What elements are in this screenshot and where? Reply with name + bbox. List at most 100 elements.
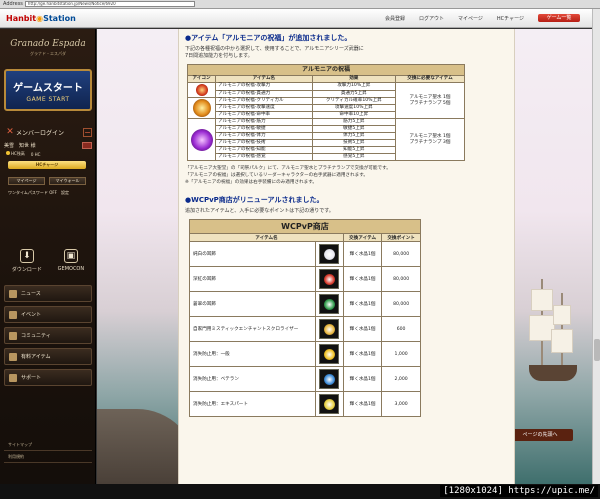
column-header: アイテム名 [215, 75, 313, 83]
item-gem-icon [323, 298, 335, 310]
item-effect: 貫通力5上昇 [311, 89, 396, 98]
nav-mypage[interactable]: マイページ [458, 15, 483, 22]
exchange-item: 輝く水晶1個 [342, 391, 383, 417]
sidebar-item-label: 有料アイテム [21, 354, 51, 360]
section1-note-1: 「アルモニア大聖堂」の「司祭パルク」にて、アルモニア聖水とプラチナランプで交換が… [185, 166, 391, 171]
page-scrollbar[interactable] [592, 9, 600, 484]
item-effect: 筋力5上昇 [311, 118, 396, 126]
game-list-button[interactable]: ゲーム一覧 [538, 14, 580, 22]
item-effect: 知能5上昇 [311, 146, 396, 154]
sidebar-item-paid-items[interactable]: 有料アイテム [4, 348, 92, 365]
item-icon [319, 269, 340, 289]
hc-charge-button[interactable]: HCチャージ [8, 161, 86, 169]
sidebar-item-events[interactable]: イベント [4, 306, 92, 323]
item-gem-icon [323, 348, 335, 360]
download-row: ⬇ ダウンロード ▣ GEMOCON [4, 245, 92, 283]
sidebar-item-community[interactable]: コミュニティ [4, 327, 92, 344]
item-image-cell [314, 391, 344, 417]
column-header: 交換ポイント [381, 233, 421, 242]
exchange-item: 輝く水晶1個 [342, 266, 383, 292]
table-row: 蒼翠の耳飾 輝く水晶1個 80,000 [189, 291, 421, 317]
nav-logout[interactable]: ログアウト [419, 15, 444, 22]
site-header: Hanbit ◉ Station 会員登録 ログアウト マイページ HCチャージ… [0, 9, 592, 28]
nav-hc-charge[interactable]: HCチャージ [497, 15, 524, 22]
item-name: アルモニアの祝福-体力 [215, 132, 313, 140]
section1-note-2: 「アルモニアの祝福」は選択しているリーダーキャラクターの右手武器に適用されます。 [185, 173, 368, 178]
game-start-sublabel: GAME START [26, 96, 70, 103]
back-to-top-button[interactable]: ページの先頭へ [507, 429, 573, 441]
scroll-thumb[interactable] [594, 339, 600, 361]
sitemap-link[interactable]: サイトマップ [4, 439, 92, 451]
shop-icon [9, 352, 17, 361]
nav-register[interactable]: 会員登録 [385, 15, 405, 22]
section1-text-1: 下記の各種祝福の中から選択して、使用することで、アルモニアシリーズ武器に [185, 46, 364, 52]
gemocon-button[interactable]: ▣ GEMOCON [58, 245, 84, 283]
collapse-icon[interactable]: − [83, 127, 92, 137]
item-name: 深紅の耳飾 [189, 266, 316, 292]
support-icon [9, 373, 17, 382]
exchange-points: 3,000 [381, 391, 421, 417]
sidebar-menu: ニュース イベント コミュニティ 有料アイテム サポート [4, 285, 92, 390]
column-header: 交換に必要なアイテム [394, 75, 466, 83]
terms-link[interactable]: 利用規約 [4, 451, 92, 463]
table-row: アルモニアの祝福-攻撃力 攻撃力10%上昇 アルモニア聖水 1個 プラチナランプ … [187, 82, 466, 119]
table-row: 消失防止用：ベテラン 輝く水晶1個 2,000 [189, 366, 421, 392]
hc-balance-value: 0 HC [30, 151, 41, 157]
granado-espada-logo[interactable]: Granado Espada グラナド・エスパダ [8, 39, 88, 67]
exchange-item: 輝く水晶1個 [342, 316, 383, 342]
logo-part-station: Station [43, 13, 76, 23]
exchange-cell: アルモニア聖水 1個 プラチナランプ 5個 [394, 82, 466, 119]
item-image-cell [314, 266, 344, 292]
sidebar-footer-links: サイトマップ 利用規約 [4, 439, 92, 463]
table-row: 純白の耳飾 輝く水晶1個 80,000 [189, 241, 421, 267]
download-icon: ⬇ [19, 249, 34, 263]
exchange-points: 2,000 [381, 366, 421, 392]
sidebar-item-support[interactable]: サポート [4, 369, 92, 386]
exchange-item: 輝く水晶1個 [342, 291, 383, 317]
mywallet-button[interactable]: マイウォール [49, 177, 86, 185]
address-input[interactable]: http://ge.hanbitstation.jp/News/Notice/6… [24, 1, 195, 7]
user-name: 美雪 知世 様 [4, 143, 36, 149]
sidebar-item-label: イベント [21, 312, 42, 318]
item-name: 消失防止用：エキスパート [189, 391, 316, 417]
table-row: 深紅の耳飾 輝く水晶1個 80,000 [189, 266, 421, 292]
item-name: アルモニアの祝福-クリティカル [215, 97, 313, 105]
item-name: 自家門用ミスティックエンチャントスクロライザー [189, 316, 316, 342]
event-icon [9, 310, 17, 319]
sidebar-item-label: ニュース [21, 291, 41, 297]
table-row: 消失防止用：エキスパート 輝く水晶1個 3,000 [189, 391, 421, 417]
item-icon [319, 294, 340, 314]
item-image-cell [314, 366, 344, 392]
table-caption: WCPvP商店 [189, 219, 421, 234]
exchange-points: 80,000 [381, 266, 421, 292]
exchange-points: 1,000 [381, 341, 421, 367]
item-icon [319, 344, 340, 364]
blessing-icon-orange [187, 97, 216, 119]
column-header: 交換アイテム [342, 233, 383, 242]
item-icon [319, 319, 340, 339]
armonia-blessing-table: アルモニアの祝福 アイコン アイテム名 効果 交換に必要なアイテム アルモニアの… [187, 64, 466, 161]
section-title-wcpvp: ●WCPvP商店がリニューアルされました。 [185, 196, 324, 204]
download-button[interactable]: ⬇ ダウンロード [12, 245, 42, 283]
top-nav: 会員登録 ログアウト マイページ HCチャージ ゲーム一覧 [385, 14, 580, 22]
sidebar-item-news[interactable]: ニュース [4, 285, 92, 302]
exchange-cell: アルモニア聖水 1個 プラチナランプ 3個 [394, 118, 466, 161]
column-header: 効果 [311, 75, 396, 83]
hanbit-station-logo[interactable]: Hanbit ◉ Station [6, 12, 76, 24]
item-name: アルモニアの祝福-技術 [215, 139, 313, 147]
hc-balance-label: HC残高 [6, 151, 25, 157]
item-name: アルモニアの祝福-知能 [215, 146, 313, 154]
mypage-button[interactable]: マイページ [8, 177, 45, 185]
gemocon-label: GEMOCON [57, 266, 85, 272]
onetime-password-setting[interactable]: ワンタイムパスワード OFF 設定 [8, 190, 92, 196]
mail-icon[interactable] [82, 142, 92, 149]
brand-subtitle: グラナド・エスパダ [30, 51, 66, 56]
member-login-header[interactable]: ✕ メンバーログイン − [4, 125, 92, 139]
section1-text-2: 7日間追加能力を付与します。 [185, 53, 253, 59]
item-image-cell [314, 291, 344, 317]
exchange-points: 80,000 [381, 291, 421, 317]
column-header: アイコン [187, 75, 216, 83]
game-start-button[interactable]: ゲームスタート GAME START [4, 69, 92, 111]
item-effect: 技術5上昇 [311, 139, 396, 147]
blessing-icon-red [187, 82, 216, 98]
